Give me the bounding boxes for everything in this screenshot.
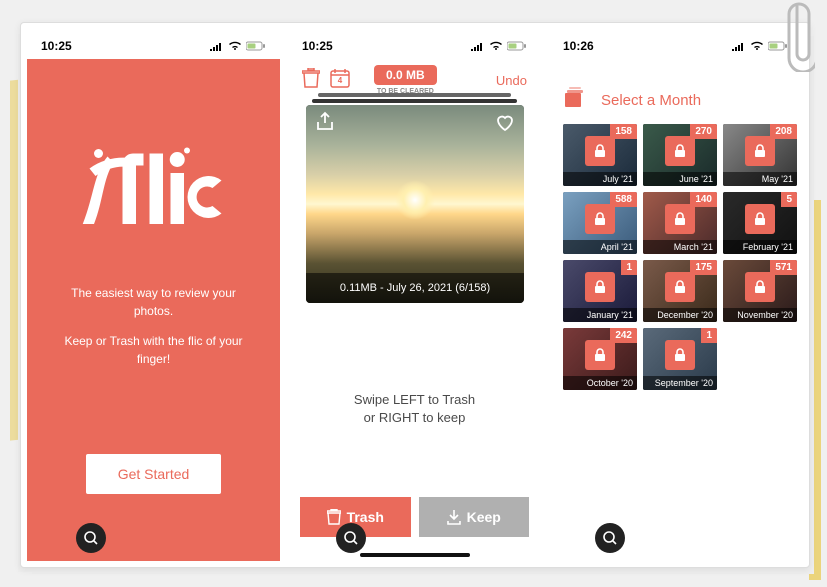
lock-icon (585, 340, 615, 370)
keep-button[interactable]: Keep (419, 497, 530, 537)
month-grid: 158July '21270June '21208May '21 588April… (549, 116, 802, 398)
month-count-badge: 5 (781, 192, 797, 207)
lock-icon (665, 204, 695, 234)
phone-screen-months: 10:26 Select a Month 158July '21270June (549, 29, 802, 561)
month-label: January '21 (563, 308, 637, 322)
months-header: Select a Month (549, 77, 802, 116)
keep-button-label: Keep (467, 509, 501, 525)
month-label: June '21 (643, 172, 717, 186)
month-tile[interactable]: 1 September '20 (643, 328, 717, 390)
welcome-tagline-1: The easiest way to review your photos. (27, 284, 280, 320)
photos-stack-icon[interactable] (563, 87, 585, 114)
month-tile[interactable]: 5 February '21 (723, 192, 797, 254)
clear-size-indicator: 0.0 MB TO BE CLEARED (374, 65, 437, 95)
background-strip-right (809, 200, 821, 580)
status-time: 10:25 (302, 39, 333, 53)
lock-icon (745, 136, 775, 166)
month-tile[interactable]: 1 January '21 (563, 260, 637, 322)
month-tile[interactable]: 175December '20 (643, 260, 717, 322)
calendar-icon[interactable]: 4 (330, 68, 350, 93)
magnifier-icon (344, 531, 358, 545)
status-bar: 10:25 (27, 29, 280, 59)
status-indicators (210, 41, 266, 51)
heart-icon[interactable] (494, 111, 516, 138)
wifi-icon (750, 41, 764, 51)
undo-button[interactable]: Undo (496, 73, 527, 88)
month-tile[interactable]: 158July '21 (563, 124, 637, 186)
share-icon[interactable] (314, 111, 336, 138)
month-label: February '21 (723, 240, 797, 254)
trash-icon (327, 509, 341, 525)
zoom-button-screen-1[interactable] (76, 523, 106, 553)
swipe-hint: Swipe LEFT to Trash or RIGHT to keep (288, 391, 541, 427)
month-tile[interactable]: 270June '21 (643, 124, 717, 186)
lock-icon (585, 204, 615, 234)
lock-icon (665, 272, 695, 302)
lock-icon (585, 136, 615, 166)
status-time: 10:26 (563, 39, 594, 53)
lock-icon (665, 136, 695, 166)
month-label: May '21 (723, 172, 797, 186)
status-time: 10:25 (41, 39, 72, 53)
get-started-button[interactable]: Get Started (86, 454, 222, 494)
download-icon (447, 509, 461, 525)
phone-screen-welcome: 10:25 The ea (27, 29, 280, 561)
month-count-badge: 1 (621, 260, 637, 275)
welcome-content: The easiest way to review your photos. K… (27, 59, 280, 561)
signal-icon (471, 41, 485, 51)
month-label: December '20 (643, 308, 717, 322)
month-tile[interactable]: 208May '21 (723, 124, 797, 186)
month-label: April '21 (563, 240, 637, 254)
home-indicator (360, 553, 470, 557)
signal-icon (210, 41, 224, 51)
welcome-tagline-2: Keep or Trash with the flic of your fing… (27, 332, 280, 368)
magnifier-icon (603, 531, 617, 545)
status-bar: 10:25 (288, 29, 541, 59)
month-count-badge: 1 (701, 328, 717, 343)
trash-bin-icon[interactable] (302, 68, 320, 93)
wifi-icon (489, 41, 503, 51)
month-label: March '21 (643, 240, 717, 254)
photo-card-stack[interactable]: 0.11MB - July 26, 2021 (6/158) (306, 105, 523, 303)
zoom-button-screen-2[interactable] (336, 523, 366, 553)
lock-icon (745, 272, 775, 302)
swipe-hint-line-2: or RIGHT to keep (288, 409, 541, 427)
calendar-day-number: 4 (330, 76, 350, 85)
month-tile[interactable]: 588April '21 (563, 192, 637, 254)
month-label: September '20 (643, 376, 717, 390)
month-label: July '21 (563, 172, 637, 186)
clear-size-value: 0.0 MB (374, 65, 437, 85)
battery-icon (246, 41, 266, 51)
wifi-icon (228, 41, 242, 51)
month-label: October '20 (563, 376, 637, 390)
signal-icon (732, 41, 746, 51)
lock-icon (585, 272, 615, 302)
photo-preview-sun (395, 180, 435, 220)
swipe-hint-line-1: Swipe LEFT to Trash (288, 391, 541, 409)
months-content: Select a Month 158July '21270June '21208… (549, 59, 802, 561)
review-content: 4 0.0 MB TO BE CLEARED Undo (288, 59, 541, 561)
action-buttons: Trash Keep (288, 497, 541, 553)
month-tile[interactable]: 242October '20 (563, 328, 637, 390)
month-tile[interactable]: 140March '21 (643, 192, 717, 254)
app-logo (79, 143, 229, 226)
lock-icon (745, 204, 775, 234)
status-indicators (471, 41, 527, 51)
status-indicators (732, 41, 788, 51)
screenshot-gallery: 10:25 The ea (20, 22, 810, 568)
month-tile[interactable]: 571November '20 (723, 260, 797, 322)
magnifier-icon (84, 531, 98, 545)
month-label: November '20 (723, 308, 797, 322)
lock-icon (665, 340, 695, 370)
status-bar: 10:26 (549, 29, 802, 59)
phone-screen-review: 10:25 4 0.0 MB TO BE CLEARED (288, 29, 541, 561)
zoom-button-screen-3[interactable] (595, 523, 625, 553)
photo-meta-overlay: 0.11MB - July 26, 2021 (6/158) (306, 273, 524, 303)
select-month-title: Select a Month (601, 92, 701, 109)
battery-icon (507, 41, 527, 51)
photo-card[interactable]: 0.11MB - July 26, 2021 (6/158) (306, 105, 524, 303)
battery-icon (768, 41, 788, 51)
